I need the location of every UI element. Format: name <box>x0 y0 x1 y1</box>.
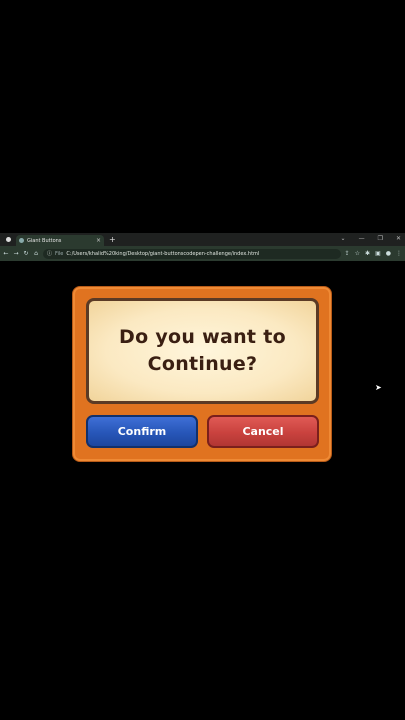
tab-title: Giant Buttons <box>27 237 62 244</box>
tab-giant-buttons[interactable]: Giant Buttons × <box>16 235 104 246</box>
globe-icon <box>19 238 24 243</box>
menu-icon[interactable]: ⋮ <box>396 250 402 257</box>
confirm-dialog: Do you want to Continue? Confirm Cancel <box>72 286 332 462</box>
sidebar-icon[interactable]: ▣ <box>375 250 381 257</box>
new-tab-button[interactable]: + <box>109 235 116 244</box>
restore-icon[interactable]: ❐ <box>378 235 383 242</box>
close-window-icon[interactable]: ✕ <box>396 235 401 242</box>
avatar[interactable]: ● <box>386 250 391 257</box>
extensions-icon[interactable]: ✱ <box>365 250 370 257</box>
star-icon[interactable]: ☆ <box>355 250 360 257</box>
address-toolbar: ← → ↻ ⌂ ⓘ File C:/Users/khalid%20king/De… <box>0 246 405 261</box>
dialog-message: Do you want to Continue? <box>119 324 286 378</box>
url-text: C:/Users/khalid%20king/Desktop/giant-but… <box>66 250 260 257</box>
reload-icon[interactable]: ↻ <box>23 250 29 257</box>
forward-icon[interactable]: → <box>13 250 19 257</box>
window-controls: ⌄ — ❐ ✕ <box>341 235 401 242</box>
share-icon[interactable]: ⇪ <box>345 250 350 257</box>
message-line-2: Continue? <box>147 353 258 375</box>
toolbar-icons: ⇪ ☆ ✱ ▣ ● ⋮ <box>345 250 402 257</box>
profile-dot-icon[interactable] <box>6 237 11 242</box>
tab-search-icon[interactable]: ⌄ <box>341 235 346 242</box>
message-panel: Do you want to Continue? <box>86 298 319 404</box>
tab-bar: Giant Buttons × + ⌄ — ❐ ✕ <box>0 233 405 246</box>
tab-close-icon[interactable]: × <box>96 237 101 244</box>
confirm-button[interactable]: Confirm <box>86 415 198 448</box>
info-icon[interactable]: ⓘ <box>47 250 52 257</box>
url-scheme-label: File <box>55 250 64 257</box>
back-icon[interactable]: ← <box>3 250 9 257</box>
address-bar[interactable]: ⓘ File C:/Users/khalid%20king/Desktop/gi… <box>43 248 341 259</box>
minimize-icon[interactable]: — <box>359 235 365 242</box>
mouse-cursor-icon: ➤ <box>375 383 382 392</box>
message-line-1: Do you want to <box>119 326 286 348</box>
cancel-button[interactable]: Cancel <box>207 415 319 448</box>
home-icon[interactable]: ⌂ <box>33 250 39 257</box>
